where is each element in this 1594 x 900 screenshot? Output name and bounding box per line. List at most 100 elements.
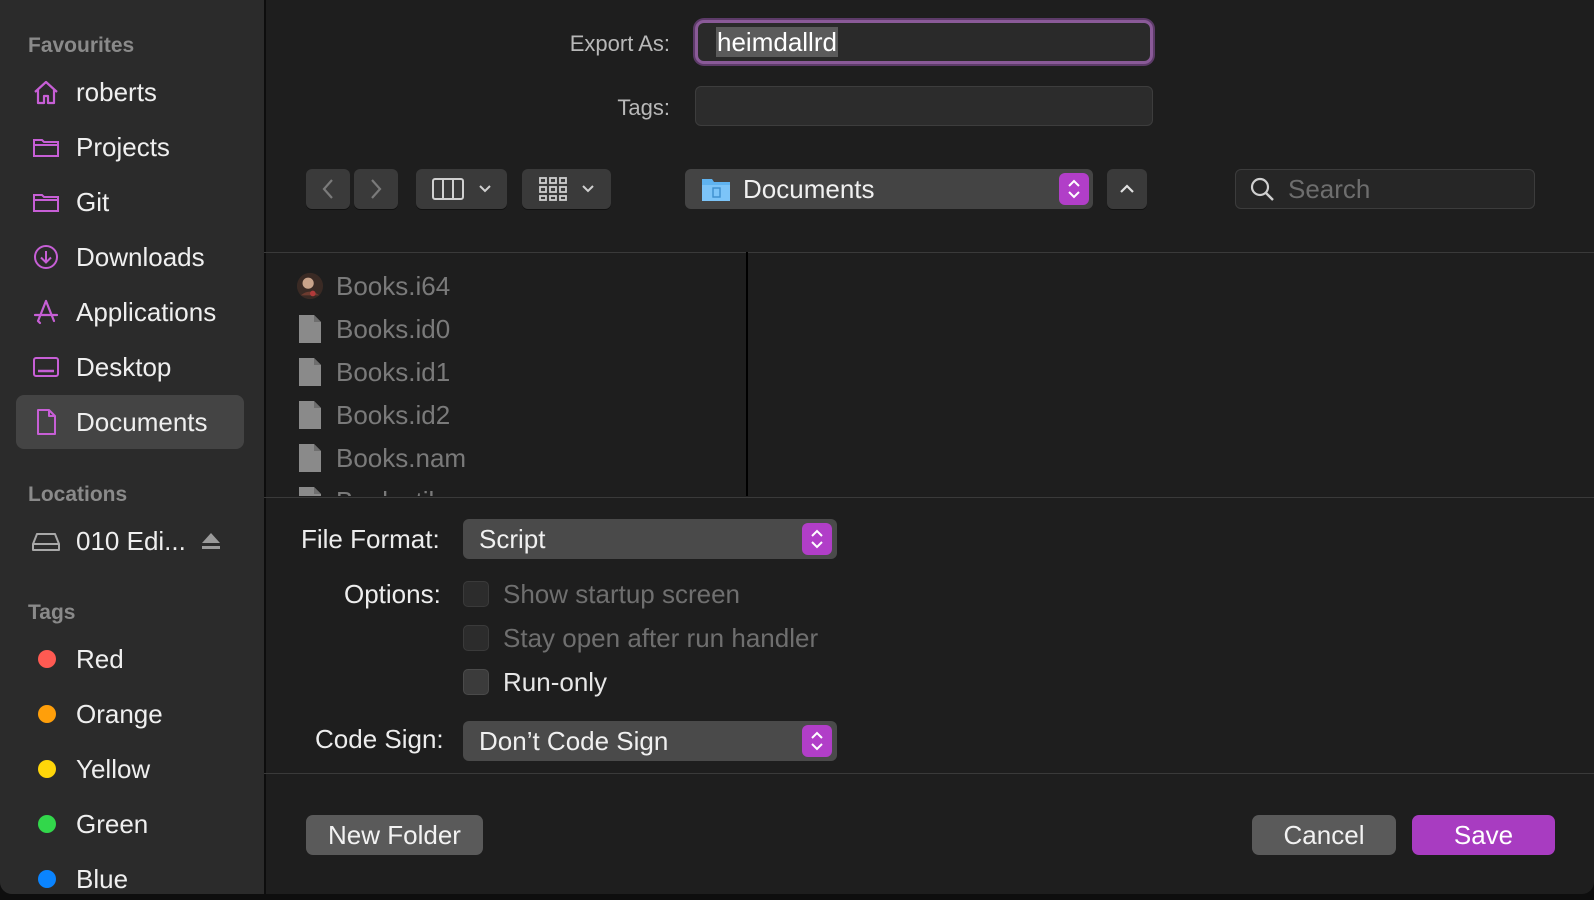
file-name: Books.til (336, 486, 434, 497)
sidebar-heading-tags: Tags (28, 601, 76, 624)
option-show-startup-screen[interactable]: Show startup screen (463, 578, 740, 610)
option-run-only[interactable]: Run-only (463, 666, 607, 698)
sidebar-item-label: Yellow (76, 753, 151, 784)
file-name: Books.i64 (336, 270, 451, 301)
file-item-books-id0[interactable]: Books.id0 (296, 309, 450, 349)
file-item-books-id1[interactable]: Books.id1 (296, 352, 450, 392)
download-icon (30, 241, 62, 273)
forward-button[interactable] (354, 169, 398, 209)
divider (264, 773, 1594, 774)
columns-view-icon (431, 178, 464, 200)
sidebar-item-label: Documents (76, 406, 208, 437)
red-tag-dot-icon (38, 650, 56, 668)
sidebar-item-tag-blue[interactable]: Blue (16, 852, 244, 894)
expand-collapse-button[interactable] (1107, 169, 1147, 209)
eject-icon[interactable] (200, 528, 222, 559)
new-folder-button[interactable]: New Folder (306, 815, 483, 855)
sidebar-heading-favourites: Favourites (28, 34, 135, 57)
divider (264, 497, 1594, 498)
export-as-label: Export As: (569, 31, 670, 56)
file-item-books-til[interactable]: Books.til (296, 481, 434, 496)
file-browser-column: Books.i64 Books.id0 Books.id1 Books.id2 … (264, 252, 748, 496)
file-icon (296, 399, 324, 431)
option-label: Run-only (503, 666, 608, 697)
code-sign-popup[interactable]: Don’t Code Sign (463, 721, 837, 761)
sidebar-item-label: roberts (76, 76, 157, 107)
sidebar-item-label: Git (76, 186, 110, 217)
sidebar-item-applications[interactable]: Applications (16, 285, 244, 339)
home-icon (30, 76, 62, 108)
file-item-books-id2[interactable]: Books.id2 (296, 395, 450, 435)
option-label: Show startup screen (503, 578, 741, 609)
tags-label: Tags: (617, 95, 670, 120)
sidebar-item-label: 010 Edi... (76, 525, 186, 556)
location-popup[interactable]: Documents (685, 169, 1093, 209)
sidebar: Favourites roberts Projects Git Download… (0, 0, 266, 894)
back-button[interactable] (306, 169, 350, 209)
folder-icon (30, 131, 62, 163)
option-stay-open[interactable]: Stay open after run handler (463, 622, 818, 654)
file-format-value: Script (479, 523, 546, 554)
cancel-button[interactable]: Cancel (1252, 815, 1396, 855)
save-button[interactable]: Save (1412, 815, 1555, 855)
file-name: Books.id1 (336, 356, 451, 387)
file-format-popup[interactable]: Script (463, 519, 837, 559)
sidebar-item-tag-red[interactable]: Red (16, 632, 244, 686)
popup-stepper-icon (1059, 173, 1089, 205)
search-placeholder: Search (1288, 173, 1371, 204)
code-sign-value: Don’t Code Sign (479, 725, 669, 756)
group-button[interactable] (522, 169, 611, 209)
file-name: Books.nam (336, 442, 467, 473)
sidebar-item-downloads[interactable]: Downloads (16, 230, 244, 284)
save-dialog: Favourites roberts Projects Git Download… (0, 0, 1594, 894)
sidebar-item-projects[interactable]: Projects (16, 120, 244, 174)
file-icon (296, 442, 324, 474)
sidebar-item-tag-green[interactable]: Green (16, 797, 244, 851)
sidebar-item-roberts[interactable]: roberts (16, 65, 244, 119)
document-icon (30, 406, 62, 438)
checkbox[interactable] (463, 581, 489, 607)
view-columns-button[interactable] (416, 169, 507, 209)
sidebar-item-documents[interactable]: Documents (16, 395, 244, 449)
sidebar-item-label: Applications (76, 296, 217, 327)
yellow-tag-dot-icon (38, 760, 56, 778)
blue-tag-dot-icon (38, 870, 56, 888)
grid-group-icon (538, 177, 567, 201)
drive-icon (30, 525, 62, 557)
thumbnail-icon (296, 270, 324, 302)
sidebar-item-label: Downloads (76, 241, 205, 272)
desktop-icon (30, 351, 62, 383)
folder-icon (30, 186, 62, 218)
option-label: Stay open after run handler (503, 622, 819, 653)
sidebar-item-label: Red (76, 643, 124, 674)
tags-field[interactable] (695, 86, 1153, 126)
sidebar-item-git[interactable]: Git (16, 175, 244, 229)
sidebar-item-tag-yellow[interactable]: Yellow (16, 742, 244, 796)
search-field[interactable]: Search (1235, 169, 1535, 209)
sidebar-item-tag-orange[interactable]: Orange (16, 687, 244, 741)
file-name: Books.id0 (336, 313, 451, 344)
chevron-up-icon (1120, 184, 1134, 193)
sidebar-item-label: Desktop (76, 351, 172, 382)
file-item-books-i64[interactable]: Books.i64 (296, 266, 450, 306)
sidebar-item-label: Blue (76, 863, 129, 894)
sidebar-heading-locations: Locations (28, 483, 128, 506)
chevron-down-icon (581, 185, 594, 193)
file-item-books-nam[interactable]: Books.nam (296, 438, 466, 478)
file-icon (296, 313, 324, 345)
chevron-down-icon (478, 185, 491, 193)
main-panel: Export As: heimdallrd Tags: Documents Se… (264, 0, 1594, 894)
export-as-value: heimdallrd (716, 27, 838, 57)
location-popup-label: Documents (743, 173, 875, 204)
sidebar-item-desktop[interactable]: Desktop (16, 340, 244, 394)
sidebar-item-010-editor[interactable]: 010 Edi... (16, 514, 244, 568)
orange-tag-dot-icon (38, 705, 56, 723)
chevron-left-icon (322, 179, 333, 199)
checkbox[interactable] (463, 625, 489, 651)
file-icon (296, 485, 324, 496)
export-as-field[interactable]: heimdallrd (695, 20, 1153, 64)
sidebar-item-label: Green (76, 808, 149, 839)
checkbox[interactable] (463, 669, 489, 695)
sidebar-item-label: Orange (76, 698, 163, 729)
file-name: Books.id2 (336, 399, 451, 430)
